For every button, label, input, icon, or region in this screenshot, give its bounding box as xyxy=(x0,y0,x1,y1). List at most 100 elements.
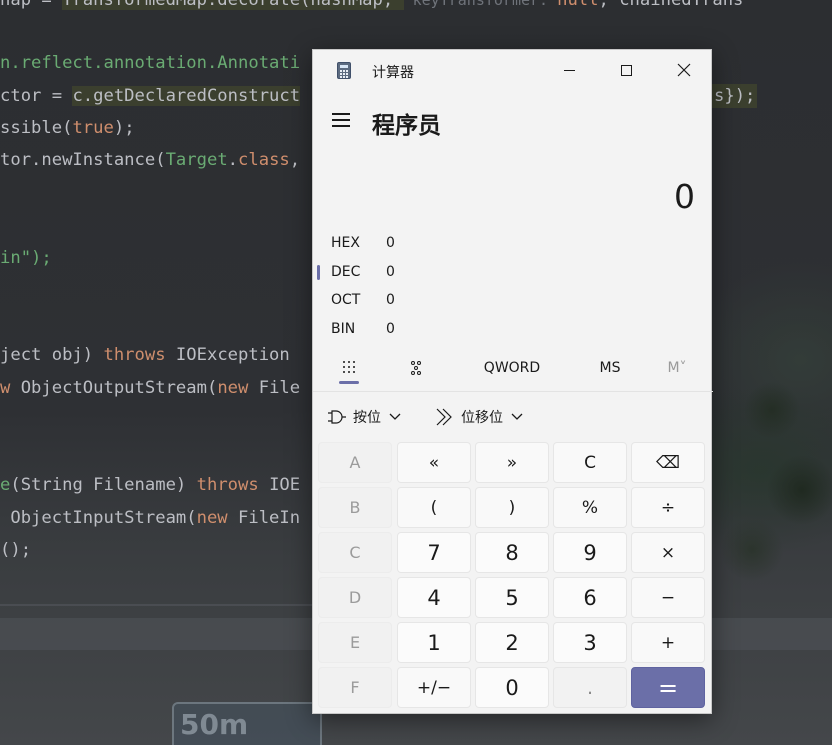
tab-divider xyxy=(313,391,713,392)
code-token: ctor = xyxy=(0,86,73,106)
code-token: keyTransformer: xyxy=(403,0,558,9)
clear-button[interactable]: C xyxy=(553,442,627,483)
digit-4-button[interactable]: 4 xyxy=(397,577,471,618)
title-bar[interactable]: 计算器 xyxy=(313,50,713,90)
code-token: ject obj) xyxy=(0,345,104,365)
operator-bar: 按位 位移位 xyxy=(313,400,713,434)
code-token: n.reflect.annotation.Annotati xyxy=(0,53,301,73)
add-button[interactable]: + xyxy=(631,622,705,663)
full-keypad-icon xyxy=(342,361,356,375)
decimal-button[interactable]: . xyxy=(553,667,627,708)
digit-7-button[interactable]: 7 xyxy=(397,532,471,573)
code-line: ObjectInputStream(new FileIn xyxy=(0,506,300,530)
window-title: 计算器 xyxy=(372,65,414,81)
memory-store-button[interactable]: MS xyxy=(593,350,627,386)
code-token: class xyxy=(238,150,290,170)
calculator-app-icon xyxy=(337,62,351,79)
digit-9-button[interactable]: 9 xyxy=(553,532,627,573)
code-fragment-right: s}); xyxy=(712,84,758,108)
result-display: 0 xyxy=(674,177,695,216)
logic-gate-icon xyxy=(328,410,346,424)
close-button[interactable] xyxy=(655,50,712,90)
hex-digit-f-button[interactable]: F xyxy=(318,667,392,708)
open-paren-button[interactable]: ( xyxy=(397,487,471,528)
code-token: w xyxy=(0,378,11,398)
code-token: , chainedTrans xyxy=(598,0,744,10)
equals-button[interactable]: = xyxy=(631,667,705,708)
code-token: new xyxy=(196,508,228,528)
close-paren-button[interactable]: ) xyxy=(475,487,549,528)
code-token: ObjectInputStream( xyxy=(0,508,197,528)
code-token: e xyxy=(0,475,11,495)
multiply-button[interactable]: × xyxy=(631,532,705,573)
code-token: . xyxy=(227,150,239,170)
code-token: true xyxy=(72,118,114,138)
memory-list-button[interactable]: M˅ xyxy=(659,350,695,386)
hex-digit-d-button[interactable]: D xyxy=(318,577,392,618)
code-token: Target xyxy=(165,150,228,170)
calculator-window: 计算器 程序员 0 HEX 0 DEC 0 OCT 0 BIN 0 QWORD … xyxy=(312,49,713,714)
code-token: ssible( xyxy=(0,118,73,138)
bitwise-dropdown[interactable]: 按位 xyxy=(327,400,407,434)
bit-toggling-keypad-icon xyxy=(410,361,424,375)
code-token: new xyxy=(217,378,249,398)
digit-0-button[interactable]: 0 xyxy=(475,667,549,708)
code-token: tor.newInstance( xyxy=(0,150,166,170)
code-token: File xyxy=(248,378,301,398)
hex-digit-b-button[interactable]: B xyxy=(318,487,392,528)
radix-label: OCT xyxy=(331,292,361,308)
hex-digit-a-button[interactable]: A xyxy=(318,442,392,483)
code-line: nap = TransformedMap.decorate(hashMap, k… xyxy=(0,0,743,12)
code-token: TransformedMap.decorate(hashMap, xyxy=(62,0,404,10)
code-token: FileIn xyxy=(227,508,301,528)
radix-label: BIN xyxy=(331,321,356,337)
radix-row-hex[interactable]: HEX 0 xyxy=(313,230,713,258)
digit-5-button[interactable]: 5 xyxy=(475,577,549,618)
radix-row-oct[interactable]: OCT 0 xyxy=(313,287,713,315)
divide-button[interactable]: ÷ xyxy=(631,487,705,528)
minimize-button[interactable] xyxy=(541,50,598,90)
chevron-down-icon xyxy=(389,413,401,420)
radix-row-dec[interactable]: DEC 0 xyxy=(313,259,713,287)
radix-value: 0 xyxy=(386,264,395,280)
hamburger-menu-button[interactable] xyxy=(332,112,352,128)
negate-button[interactable]: +/− xyxy=(397,667,471,708)
bitshift-icon xyxy=(436,408,452,426)
code-line: in"); xyxy=(0,246,52,270)
code-token: throws xyxy=(196,475,259,495)
backspace-button[interactable]: ⌫ xyxy=(631,442,705,483)
hex-digit-c-button[interactable]: C xyxy=(318,532,392,573)
radix-row-bin[interactable]: BIN 0 xyxy=(313,316,713,344)
modulo-button[interactable]: % xyxy=(553,487,627,528)
minimize-icon xyxy=(564,69,575,71)
subtract-button[interactable]: − xyxy=(631,577,705,618)
word-size-button[interactable]: QWORD xyxy=(477,350,547,386)
shift-left-button[interactable]: « xyxy=(397,442,471,483)
code-line: e(String Filename) throws IOE xyxy=(0,473,300,497)
tab-bit-toggling[interactable] xyxy=(405,350,429,386)
code-token: IOException xyxy=(165,345,290,365)
active-tab-indicator xyxy=(339,381,359,384)
background-foliage xyxy=(712,330,832,630)
code-line: ject obj) throws IOException xyxy=(0,343,290,367)
code-token: in"); xyxy=(0,248,52,268)
code-token: null xyxy=(557,0,599,10)
hex-digit-e-button[interactable]: E xyxy=(318,622,392,663)
code-line: tor.newInstance(Target.class, xyxy=(0,148,300,172)
keypad: A «» C ⌫ B()% ÷ C 7 8 9 × D 4 5 6− E 1 2 3 + F +/− 0. = xyxy=(318,442,708,712)
radix-value: 0 xyxy=(386,235,395,251)
editor-divider xyxy=(0,604,312,606)
digit-3-button[interactable]: 3 xyxy=(553,622,627,663)
maximize-button[interactable] xyxy=(598,50,655,90)
digit-1-button[interactable]: 1 xyxy=(397,622,471,663)
shift-right-button[interactable]: » xyxy=(475,442,549,483)
digit-8-button[interactable]: 8 xyxy=(475,532,549,573)
active-radix-indicator xyxy=(317,265,320,280)
code-token: throws xyxy=(103,345,166,365)
code-token: , xyxy=(289,150,301,170)
mode-title: 程序员 xyxy=(372,113,441,139)
digit-6-button[interactable]: 6 xyxy=(553,577,627,618)
bitshift-dropdown[interactable]: 位移位 xyxy=(435,400,529,434)
digit-2-button[interactable]: 2 xyxy=(475,622,549,663)
code-token: ); xyxy=(113,118,135,138)
